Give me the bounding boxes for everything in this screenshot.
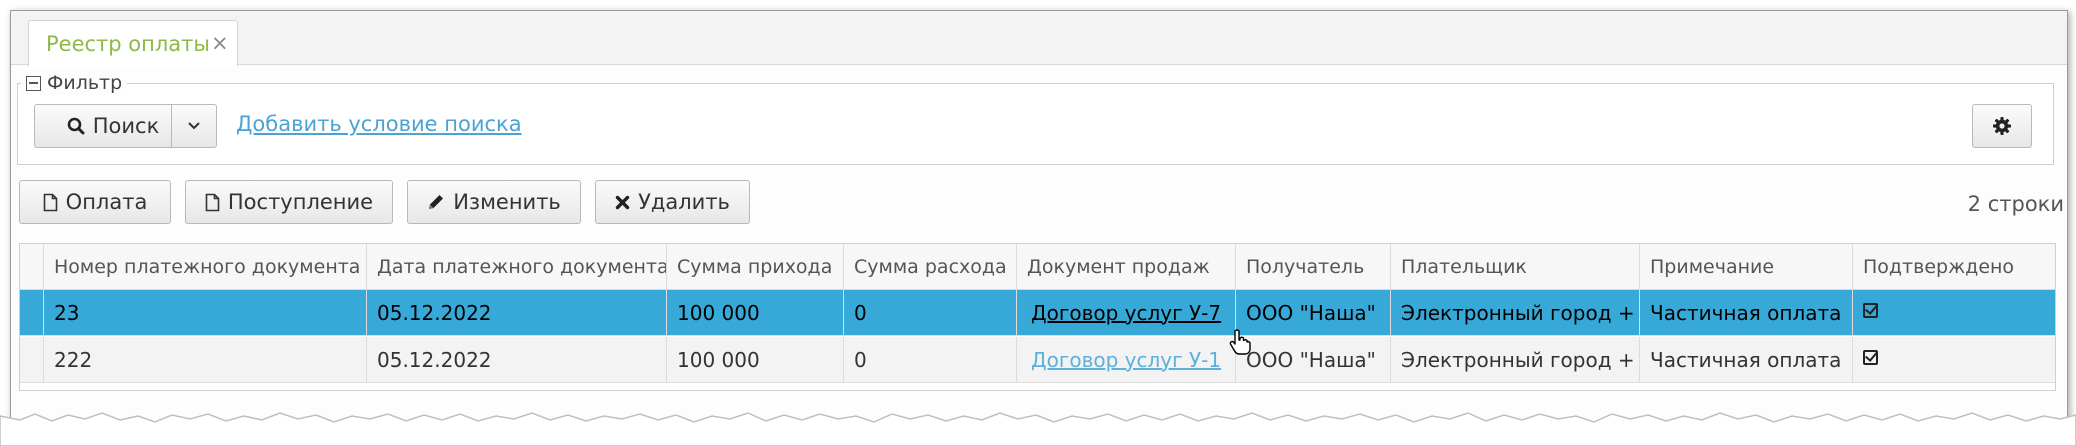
row-count: 2 строки — [1967, 192, 2064, 216]
receipt-button-label: Поступление — [227, 190, 374, 214]
pencil-icon — [429, 195, 444, 209]
column-header[interactable]: Получатель — [1236, 244, 1391, 289]
chevron-down-icon — [188, 122, 200, 130]
minus-square-icon[interactable] — [26, 75, 41, 91]
column-header[interactable]: Сумма прихода — [667, 244, 844, 289]
checked-checkbox-icon — [1863, 303, 1878, 318]
cell-expense[interactable]: 0 — [844, 337, 1017, 382]
cell-recipient[interactable]: ООО "Наша" — [1236, 290, 1391, 335]
tab-close-icon[interactable]: × — [211, 31, 229, 55]
cell-number[interactable]: 222 — [44, 337, 367, 382]
cell-number[interactable]: 23 — [44, 290, 367, 335]
cell-confirmed[interactable] — [1853, 290, 2055, 335]
filter-legend[interactable]: Фильтр — [21, 71, 128, 95]
cell-income[interactable]: 100 000 — [667, 290, 844, 335]
delete-button[interactable]: Удалить — [595, 180, 750, 224]
search-button-label: Поиск — [92, 114, 160, 138]
cell-income[interactable]: 100 000 — [667, 337, 844, 382]
add-search-condition-link[interactable]: Добавить условие поиска — [236, 112, 522, 136]
search-icon — [67, 117, 85, 135]
settings-button[interactable] — [1972, 104, 2032, 148]
payment-button[interactable]: Оплата — [19, 180, 171, 224]
torn-edge — [0, 412, 2076, 446]
cell-expense[interactable]: 0 — [844, 290, 1017, 335]
payments-table: Номер платежного документа Дата платежно… — [19, 243, 2056, 391]
column-header[interactable]: Примечание — [1640, 244, 1853, 289]
column-header[interactable]: Сумма расхода — [844, 244, 1017, 289]
cell-sales-document[interactable]: Договор услуг У-1 — [1017, 337, 1236, 382]
cell-sales-document[interactable]: Договор услуг У-7 — [1017, 290, 1236, 335]
receipt-button[interactable]: Поступление — [185, 180, 393, 224]
search-button[interactable]: Поиск — [34, 104, 192, 148]
row-marker[interactable] — [20, 337, 44, 382]
cell-confirmed[interactable] — [1853, 337, 2055, 382]
column-header[interactable]: Номер платежного документа — [44, 244, 367, 289]
tab-payment-register[interactable]: Реестр оплаты × — [28, 20, 238, 66]
cell-payer[interactable]: Электронный город + — [1391, 337, 1640, 382]
column-header[interactable]: Документ продаж — [1017, 244, 1236, 289]
delete-button-label: Удалить — [638, 190, 730, 214]
cell-note[interactable]: Частичная оплата — [1640, 337, 1853, 382]
table-header-row: Номер платежного документа Дата платежно… — [20, 244, 2055, 290]
table-row[interactable]: 23 05.12.2022 100 000 0 Договор услуг У-… — [20, 290, 2055, 336]
column-header[interactable]: Дата платежного документа — [367, 244, 667, 289]
cell-payer[interactable]: Электронный город + — [1391, 290, 1640, 335]
payment-button-label: Оплата — [65, 190, 148, 214]
row-marker[interactable] — [20, 290, 44, 335]
hand-pointer-icon — [1229, 329, 1251, 355]
row-marker-header — [20, 244, 44, 289]
cell-recipient[interactable]: ООО "Наша" — [1236, 337, 1391, 382]
cell-date[interactable]: 05.12.2022 — [367, 337, 667, 382]
cell-date[interactable]: 05.12.2022 — [367, 290, 667, 335]
edit-button[interactable]: Изменить — [407, 180, 581, 224]
sales-document-link[interactable]: Договор услуг У-1 — [1031, 348, 1221, 372]
tab-bar: Реестр оплаты × — [11, 11, 2067, 66]
checked-checkbox-icon — [1863, 350, 1878, 365]
table-row[interactable]: 222 05.12.2022 100 000 0 Договор услуг У… — [20, 337, 2055, 383]
sales-document-link[interactable]: Договор услуг У-7 — [1031, 301, 1221, 325]
file-icon — [43, 193, 57, 211]
cell-note[interactable]: Частичная оплата — [1640, 290, 1853, 335]
x-icon — [615, 195, 630, 209]
column-header[interactable]: Подтверждено — [1853, 244, 2055, 289]
file-icon — [205, 193, 220, 211]
column-header[interactable]: Плательщик — [1391, 244, 1640, 289]
gear-icon — [1993, 117, 2011, 135]
filter-legend-label: Фильтр — [47, 72, 123, 94]
tab-title: Реестр оплаты — [46, 32, 210, 56]
edit-button-label: Изменить — [453, 190, 561, 214]
search-dropdown-button[interactable] — [171, 104, 217, 148]
